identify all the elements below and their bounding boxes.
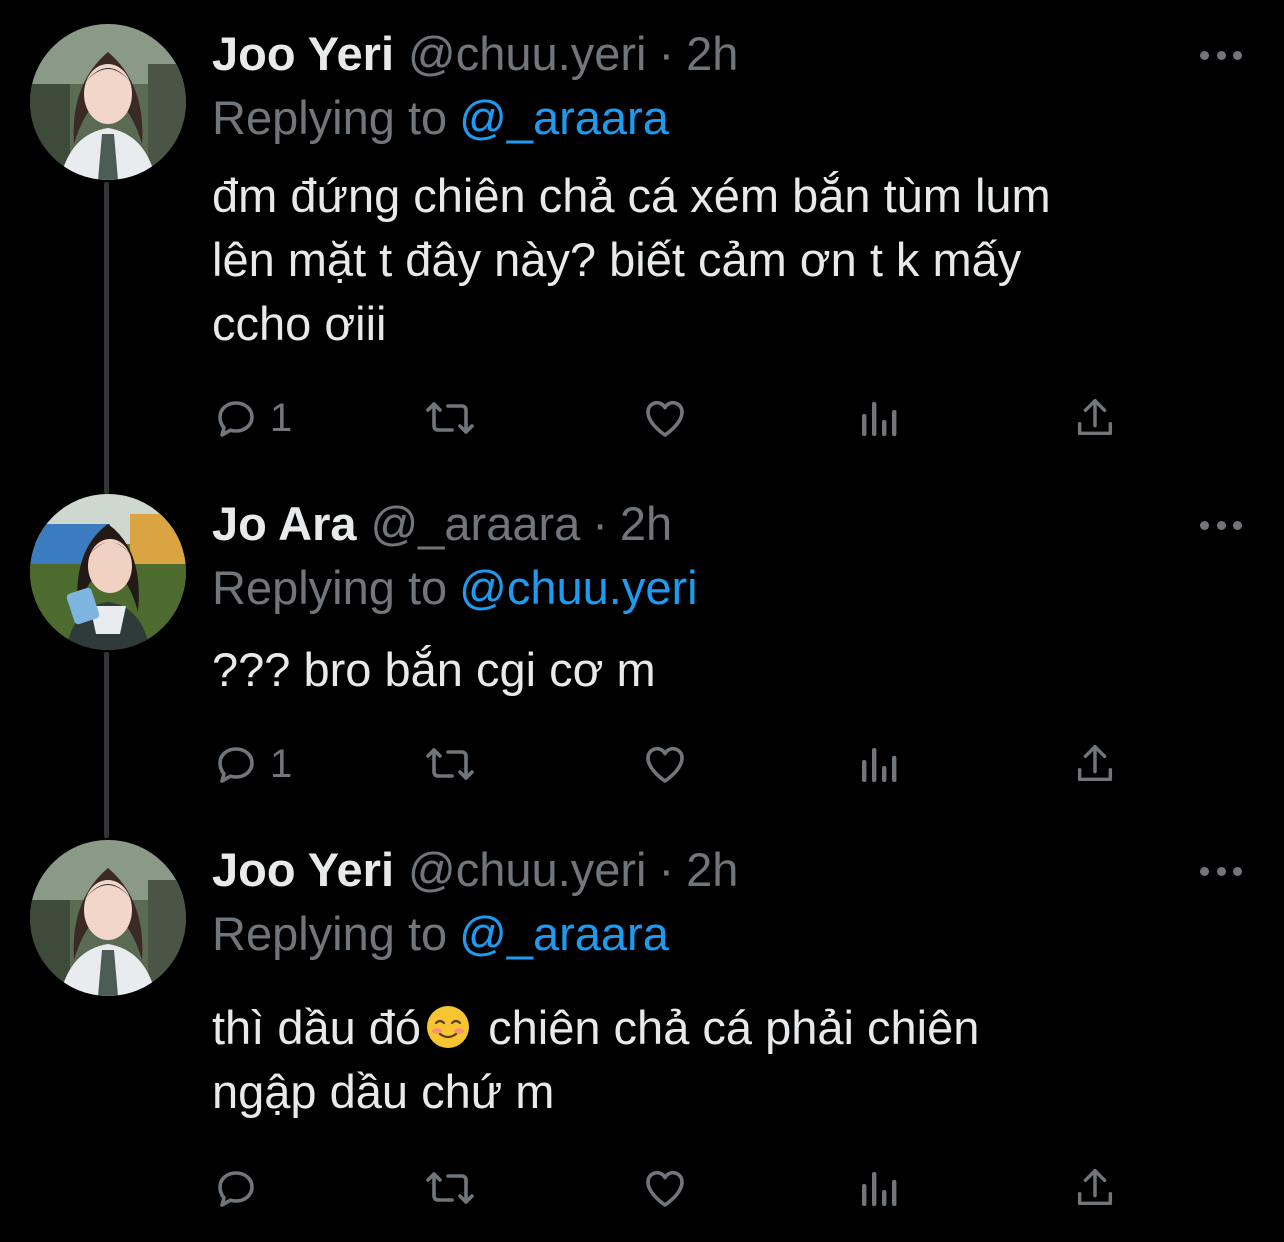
separator: · xyxy=(592,497,608,550)
mention-link[interactable]: @chuu.yeri xyxy=(459,561,697,614)
timestamp[interactable]: 2h xyxy=(620,494,672,554)
username[interactable]: @chuu.yeri xyxy=(408,24,646,84)
tweet-actions: 1 xyxy=(212,734,1132,794)
reply-button[interactable] xyxy=(212,1158,270,1218)
tweet[interactable]: Joo Yeri @chuu.yeri · 2h Replying to @_ar… xyxy=(0,24,1284,464)
share-button[interactable] xyxy=(1072,734,1118,794)
share-icon xyxy=(1072,395,1118,441)
tweet-actions: 1 xyxy=(212,388,1132,448)
tweet-text: ??? bro bắn cgi cơ m xyxy=(212,643,656,696)
views-icon xyxy=(858,742,902,786)
tweet-text-part: thì dầu đó xyxy=(212,1001,422,1054)
more-options-icon[interactable] xyxy=(1196,856,1246,886)
share-button[interactable] xyxy=(1072,388,1118,448)
share-button[interactable] xyxy=(1072,1158,1118,1218)
tweet-header: Jo Ara @_araara · 2h xyxy=(212,494,672,554)
like-icon xyxy=(640,740,690,788)
like-icon xyxy=(640,394,690,442)
replying-to-label: Replying to xyxy=(212,91,448,144)
mention-link[interactable]: @_araara xyxy=(459,91,669,144)
reply-icon xyxy=(212,1164,260,1212)
mention-link[interactable]: @_araara xyxy=(459,907,669,960)
like-button[interactable] xyxy=(640,1158,690,1218)
display-name[interactable]: Joo Yeri xyxy=(212,24,394,84)
retweet-button[interactable] xyxy=(424,1158,476,1218)
retweet-icon xyxy=(424,394,476,442)
reply-icon xyxy=(212,394,260,442)
like-button[interactable] xyxy=(640,734,690,794)
smiling-face-emoji-icon xyxy=(425,1002,471,1048)
views-icon xyxy=(858,396,902,440)
like-button[interactable] xyxy=(640,388,690,448)
reply-button[interactable]: 1 xyxy=(212,388,292,448)
avatar[interactable] xyxy=(30,494,186,650)
tweet-header: Joo Yeri @chuu.yeri · 2h xyxy=(212,840,738,900)
retweet-button[interactable] xyxy=(424,388,476,448)
replying-to: Replying to @_araara xyxy=(212,904,669,964)
replying-to-label: Replying to xyxy=(212,561,448,614)
tweet-thread: Joo Yeri @chuu.yeri · 2h Replying to @_ar… xyxy=(0,0,1284,1242)
separator: · xyxy=(658,843,675,896)
reply-count: 1 xyxy=(270,741,293,786)
display-name[interactable]: Jo Ara xyxy=(212,494,357,554)
tweet[interactable]: Jo Ara @_araara · 2h Replying to @chuu.ye… xyxy=(0,494,1284,794)
replying-to-label: Replying to xyxy=(212,907,448,960)
separator: · xyxy=(658,27,675,80)
avatar[interactable] xyxy=(30,24,186,180)
replying-to: Replying to @chuu.yeri xyxy=(212,558,698,618)
share-icon xyxy=(1072,741,1118,787)
retweet-icon xyxy=(424,1164,476,1212)
like-icon xyxy=(640,1164,690,1212)
reply-button[interactable]: 1 xyxy=(212,734,292,794)
username[interactable]: @_araara xyxy=(371,494,581,554)
username[interactable]: @chuu.yeri xyxy=(408,840,646,900)
tweet-text: đm đứng chiên chả cá xém bắn tùm lum lên… xyxy=(212,169,1051,350)
retweet-icon xyxy=(424,740,476,788)
reply-icon xyxy=(212,740,260,788)
tweet-actions xyxy=(212,1158,1132,1218)
tweet[interactable]: Joo Yeri @chuu.yeri · 2h Replying to @_ar… xyxy=(0,840,1284,1240)
more-options-icon[interactable] xyxy=(1196,510,1246,540)
replying-to: Replying to @_araara xyxy=(212,88,669,148)
tweet-header: Joo Yeri @chuu.yeri · 2h xyxy=(212,24,738,84)
views-icon xyxy=(858,1166,902,1210)
tweet-text: thì dầu đó chiên chả cá phải chiên ngập … xyxy=(212,996,1252,1124)
views-button[interactable] xyxy=(858,388,902,448)
views-button[interactable] xyxy=(858,734,902,794)
timestamp[interactable]: 2h xyxy=(686,840,738,900)
reply-count: 1 xyxy=(270,395,293,440)
retweet-button[interactable] xyxy=(424,734,476,794)
views-button[interactable] xyxy=(858,1158,902,1218)
share-icon xyxy=(1072,1165,1118,1211)
display-name[interactable]: Joo Yeri xyxy=(212,840,394,900)
more-options-icon[interactable] xyxy=(1196,40,1246,70)
avatar[interactable] xyxy=(30,840,186,996)
timestamp[interactable]: 2h xyxy=(686,24,738,84)
